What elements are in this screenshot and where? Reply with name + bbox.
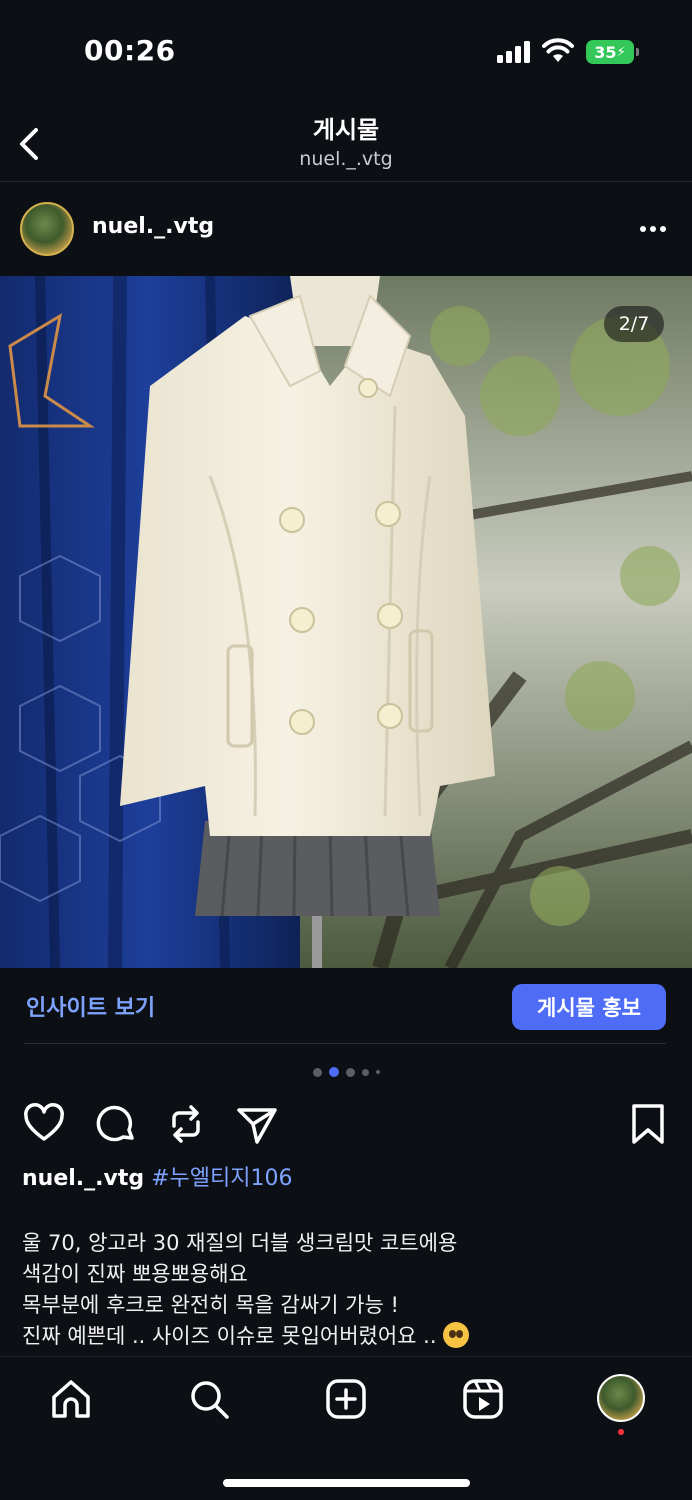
caption-line-last: 진짜 예쁜데 .. 사이즈 이슈로 못입어버렸어요 .. — [22, 1321, 672, 1352]
caption-line: 목부분에 후크로 완전히 목을 감싸기 가능 ! — [22, 1293, 399, 1317]
share-send-icon[interactable] — [235, 1102, 279, 1146]
author-username[interactable]: nuel._.vtg — [92, 214, 214, 239]
carousel-dot — [361, 1068, 369, 1076]
profile-avatar-tab[interactable] — [597, 1374, 645, 1422]
post-actions-row — [0, 1098, 692, 1146]
search-icon[interactable] — [187, 1377, 231, 1421]
carousel-dot — [345, 1067, 355, 1077]
notification-dot — [618, 1429, 624, 1435]
create-post-icon[interactable] — [324, 1377, 368, 1421]
comment-bubble-icon[interactable] — [94, 1102, 138, 1146]
cream-double-breasted-coat-photo — [0, 276, 692, 968]
bottom-tab-bar — [0, 1356, 692, 1500]
battery-level: 35 — [594, 42, 617, 62]
wifi-icon — [542, 38, 574, 62]
post-author-row: nuel._.vtg — [0, 182, 692, 276]
battery-indicator: 35 ⚡ — [586, 40, 639, 64]
caption-line: 색감이 진짜 뽀용뽀용해요 — [22, 1262, 248, 1286]
post-image[interactable]: 2/7 — [0, 276, 692, 968]
caption-line: 울 70, 앙고라 30 재질의 더블 생크림맛 코트에용 — [22, 1231, 458, 1255]
pleading-face-emoji-icon — [443, 1322, 470, 1348]
carousel-dot — [375, 1070, 380, 1074]
insights-row: 인사이트 보기 게시물 홍보 — [0, 968, 692, 1046]
repost-icon[interactable] — [164, 1102, 208, 1146]
more-options-icon[interactable] — [636, 212, 670, 246]
caption-username[interactable]: nuel._.vtg — [22, 1166, 144, 1191]
nav-header: 게시물 nuel._.vtg — [0, 100, 692, 182]
image-counter-badge: 2/7 — [604, 306, 664, 342]
bookmark-icon[interactable] — [626, 1102, 670, 1146]
like-heart-icon[interactable] — [22, 1102, 66, 1146]
home-indicator[interactable] — [223, 1479, 470, 1487]
cellular-signal-icon — [497, 41, 530, 63]
divider — [24, 1043, 666, 1044]
carousel-dot-active — [328, 1067, 339, 1077]
caption-header: nuel._.vtg #누엘티지106 — [22, 1160, 672, 1192]
view-insights-link[interactable]: 인사이트 보기 — [26, 990, 155, 1022]
author-avatar[interactable] — [20, 202, 74, 256]
caption-body: 울 70, 앙고라 30 재질의 더블 생크림맛 코트에용 색감이 진짜 뽀용뽀… — [22, 1228, 672, 1352]
caption-hashtag[interactable]: #누엘티지106 — [151, 1166, 292, 1191]
caption-line-text: 진짜 예쁜데 .. 사이즈 이슈로 못입어버렸어요 .. — [22, 1324, 437, 1348]
carousel-indicator — [0, 1066, 692, 1078]
status-time: 00:26 — [84, 34, 176, 67]
status-bar: 00:26 35 ⚡ — [0, 0, 692, 100]
post-caption: nuel._.vtg #누엘티지106 울 70, 앙고라 30 재질의 더블 … — [22, 1160, 672, 1352]
home-icon[interactable] — [49, 1377, 93, 1421]
carousel-dot — [312, 1067, 322, 1077]
reels-icon[interactable] — [461, 1377, 505, 1421]
page-subtitle: nuel._.vtg — [299, 148, 393, 170]
page-title: 게시물 — [312, 116, 380, 144]
promote-post-button[interactable]: 게시물 홍보 — [512, 984, 666, 1030]
